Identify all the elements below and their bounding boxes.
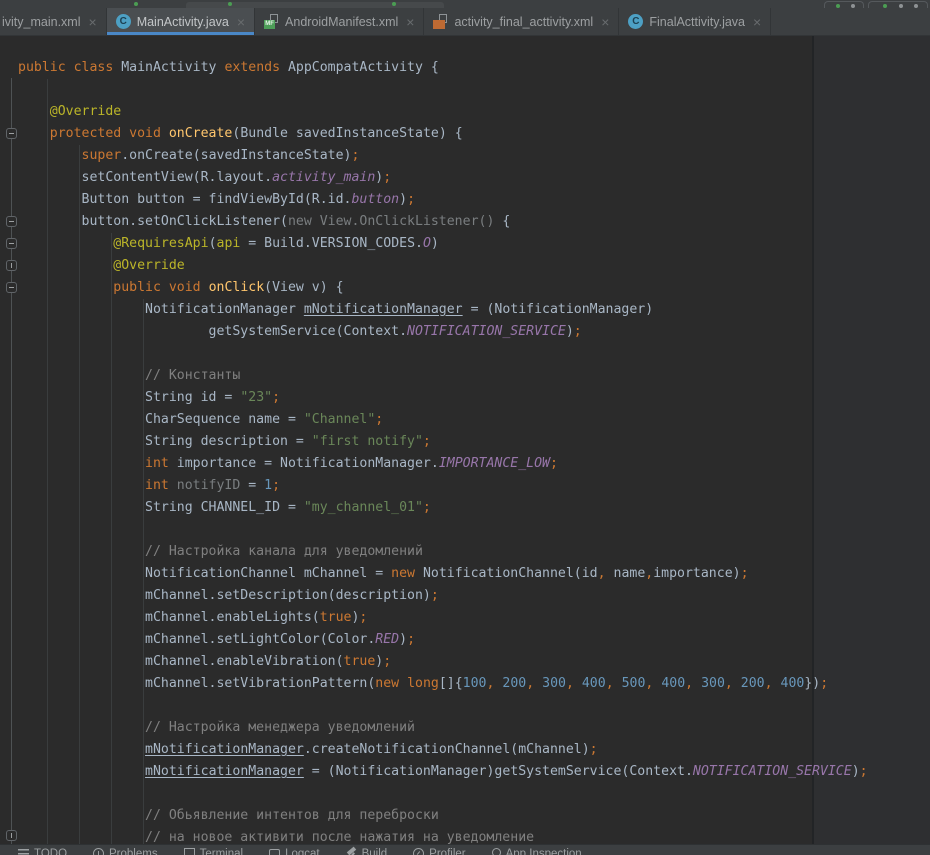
code-line: int importance = NotificationManager.IMP… <box>18 453 930 475</box>
code-line: @RequiresApi(api = Build.VERSION_CODES.O… <box>18 233 930 255</box>
code-line: super.onCreate(savedInstanceState); <box>18 145 930 167</box>
java-class-icon: C <box>628 14 643 29</box>
tab-label: ivity_main.xml <box>2 15 81 29</box>
toolwindow-label: Terminal <box>200 848 243 855</box>
code-line: mNotificationManager = (NotificationMana… <box>18 761 930 783</box>
toolwindow-button-profiler[interactable]: Profiler <box>413 848 465 855</box>
toolwindow-label: App Inspection <box>506 848 582 855</box>
code-line: String id = "23"; <box>18 387 930 409</box>
app-inspection-icon <box>492 848 501 855</box>
editor-tab-bar: ivity_main.xml × C MainActivity.java × MF Andr… <box>0 8 930 36</box>
tab-label: FinalActtivity.java <box>649 15 745 29</box>
code-line: mChannel.setDescription(description); <box>18 585 930 607</box>
terminal-icon <box>184 848 195 855</box>
problems-icon <box>93 848 104 855</box>
close-icon[interactable]: × <box>406 15 414 29</box>
code-line: public class MainActivity extends AppCom… <box>18 57 930 79</box>
close-icon[interactable]: × <box>237 15 245 29</box>
code-line: // Обьявление интентов для переброски <box>18 805 930 827</box>
tab-label: activity_final_acttivity.xml <box>454 15 593 29</box>
code-line: getSystemService(Context.NOTIFICATION_SE… <box>18 321 930 343</box>
code-line: public void onClick(View v) { <box>18 277 930 299</box>
code-line: @Override <box>18 255 930 277</box>
tab-androidmanifest-xml[interactable]: MF AndroidManifest.xml × <box>255 8 424 35</box>
tab-mainactivity-java[interactable]: C MainActivity.java × <box>107 8 255 35</box>
toolwindow-label: Logcat <box>285 848 320 855</box>
tab-label: AndroidManifest.xml <box>285 15 398 29</box>
toolbar-green-dot <box>228 2 232 6</box>
toolbar-green-dot <box>134 2 138 6</box>
code-line: @Override <box>18 101 930 123</box>
close-icon[interactable]: × <box>89 15 97 29</box>
profiler-icon <box>413 848 424 855</box>
ide-window: ivity_main.xml × C MainActivity.java × MF Andr… <box>0 0 930 855</box>
tab-activity-final-acttivity-xml[interactable]: activity_final_acttivity.xml × <box>424 8 619 35</box>
code-line: mChannel.enableVibration(true); <box>18 651 930 673</box>
fold-marker[interactable] <box>6 830 17 841</box>
code-line: int notifyID = 1; <box>18 475 930 497</box>
manifest-icon: MF <box>264 14 279 29</box>
code-area[interactable]: public class MainActivity extends AppCom… <box>0 36 930 844</box>
toolwindow-label: Build <box>362 848 388 855</box>
code-line <box>18 343 930 365</box>
todo-icon <box>18 849 29 855</box>
tab-label: MainActivity.java <box>137 15 229 29</box>
code-line: // Настройка канала для уведомлений <box>18 541 930 563</box>
toolbar-green-dot <box>392 2 396 6</box>
code-line: NotificationManager mNotificationManager… <box>18 299 930 321</box>
code-editor[interactable]: public class MainActivity extends AppCom… <box>0 36 930 844</box>
fold-marker[interactable] <box>6 260 17 271</box>
toolwindow-button-todo[interactable]: TODO <box>18 848 67 855</box>
layout-xml-icon <box>433 14 448 29</box>
fold-marker[interactable] <box>6 216 17 227</box>
toolwindow-button-build[interactable]: Build <box>346 848 388 855</box>
code-line: mChannel.setLightColor(Color.RED); <box>18 629 930 651</box>
tab-finalacttivity-java[interactable]: C FinalActtivity.java × <box>619 8 771 35</box>
fold-marker[interactable] <box>6 282 17 293</box>
code-line <box>18 79 930 101</box>
code-line <box>18 695 930 717</box>
close-icon[interactable]: × <box>601 15 609 29</box>
code-line <box>18 519 930 541</box>
code-line: CharSequence name = "Channel"; <box>18 409 930 431</box>
code-line: // Константы <box>18 365 930 387</box>
toolwindow-button-problems[interactable]: Problems <box>93 848 158 855</box>
code-line: mChannel.enableLights(true); <box>18 607 930 629</box>
code-line: mNotificationManager.createNotificationC… <box>18 739 930 761</box>
toolwindow-label: TODO <box>34 848 67 855</box>
toolwindow-label: Problems <box>109 848 158 855</box>
code-line: String CHANNEL_ID = "my_channel_01"; <box>18 497 930 519</box>
fold-marker[interactable] <box>6 238 17 249</box>
toolwindow-button-app-inspection[interactable]: App Inspection <box>492 848 582 855</box>
fold-marker[interactable] <box>6 128 17 139</box>
toolwindow-button-terminal[interactable]: Terminal <box>184 848 243 855</box>
build-icon <box>346 848 357 855</box>
toolwindow-button-logcat[interactable]: Logcat <box>269 848 320 855</box>
code-line: Button button = findViewById(R.id.button… <box>18 189 930 211</box>
code-line: NotificationChannel mChannel = new Notif… <box>18 563 930 585</box>
code-line: String description = "first notify"; <box>18 431 930 453</box>
logcat-icon <box>269 849 280 855</box>
code-line <box>18 783 930 805</box>
code-line: // Настройка менеджера уведомлений <box>18 717 930 739</box>
code-line: protected void onCreate(Bundle savedInst… <box>18 123 930 145</box>
tool-window-bar: TODO Problems Terminal Logcat Build Profiler A… <box>0 844 930 855</box>
code-line: setContentView(R.layout.activity_main); <box>18 167 930 189</box>
code-line: mChannel.setVibrationPattern(new long[]{… <box>18 673 930 695</box>
code-line: button.setOnClickListener(new View.OnCli… <box>18 211 930 233</box>
tab-ivity-main-xml[interactable]: ivity_main.xml × <box>0 8 107 35</box>
close-icon[interactable]: × <box>753 15 761 29</box>
toolwindow-label: Profiler <box>429 848 465 855</box>
java-class-icon: C <box>116 14 131 29</box>
